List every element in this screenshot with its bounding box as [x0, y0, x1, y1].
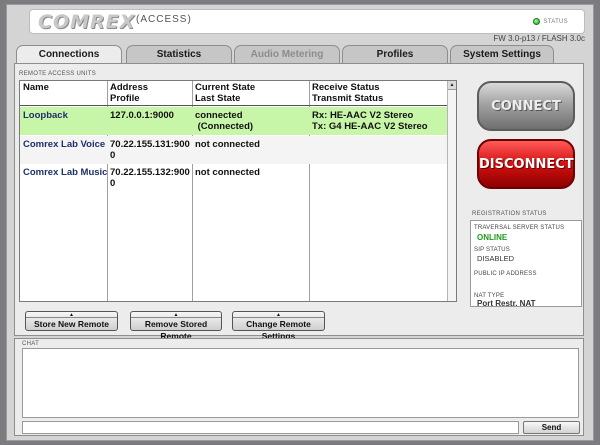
connections-panel: REMOTE ACCESS UNITS Name Address Profile… [14, 63, 584, 341]
chat-log [22, 348, 579, 418]
row-status: Rx: HE-AAC V2 Stereo Tx: G4 HE-AAC V2 St… [309, 110, 428, 132]
header-text: Profile [110, 93, 140, 104]
address-text: 0 [110, 150, 116, 161]
traversal-label: TRAVERSAL SERVER STATUS [474, 225, 565, 231]
traversal-value: ONLINE [477, 233, 508, 242]
status-led-icon [533, 18, 541, 25]
tab-connections[interactable]: Connections [16, 45, 122, 64]
row-address: 127.0.0.1:9000 [110, 110, 174, 121]
remote-units-label: REMOTE ACCESS UNITS [19, 71, 97, 77]
row-state: not connected [195, 167, 260, 178]
table-row[interactable]: Comrex Lab Music 70.22.155.132:900 0 not… [20, 164, 448, 192]
address-text: 0 [110, 178, 116, 189]
access-logo-text: (ACCESS) [136, 14, 192, 25]
sip-status-value: DISABLED [477, 254, 515, 263]
current-state: connected [195, 110, 243, 121]
tab-audio-metering: Audio Metering [234, 45, 340, 63]
table-header: Name Address Profile Current State Last … [20, 81, 448, 106]
column-header-name[interactable]: Name [20, 82, 107, 105]
remote-units-table: Name Address Profile Current State Last … [19, 80, 457, 302]
column-header-status[interactable]: Receive Status Transmit Status [309, 82, 448, 105]
public-ip-label: PUBLIC IP ADDRESS [474, 271, 537, 277]
header-text: Name [23, 82, 49, 93]
store-new-remote-button[interactable]: ▲ Store New Remote [25, 311, 118, 331]
connect-button[interactable]: CONNECT [477, 81, 575, 131]
send-button[interactable]: Send [523, 421, 580, 434]
comrex-logo: COMREX [38, 11, 136, 33]
sip-status-label: SIP STATUS [474, 247, 511, 253]
status-indicator: STATUS [533, 18, 568, 25]
registration-status-box: TRAVERSAL SERVER STATUS ONLINE SIP STATU… [470, 220, 582, 308]
header-text: Transmit Status [312, 93, 384, 104]
row-state: connected (Connected) [192, 110, 253, 132]
chat-input[interactable] [22, 421, 519, 434]
table-scrollbar[interactable]: ▲ [447, 81, 456, 301]
address-text: 70.22.155.132:900 [110, 167, 190, 178]
button-label: Store New Remote [33, 319, 110, 329]
receive-status: Rx: HE-AAC V2 Stereo [312, 110, 414, 121]
table-row[interactable]: Comrex Lab Voice 70.22.155.131:900 0 not… [20, 136, 448, 164]
chat-panel: CHAT Send [14, 338, 584, 436]
header-text: Receive Status [312, 82, 380, 93]
scroll-up-arrow-icon[interactable]: ▲ [448, 81, 456, 90]
remove-stored-remote-button[interactable]: ▲ Remove Stored Remote [130, 311, 222, 341]
nat-type-value: Port Restr. NAT [477, 299, 536, 308]
chat-label: CHAT [22, 341, 40, 347]
header-text: Last State [195, 93, 241, 104]
disconnect-button[interactable]: DISCONNECT [477, 139, 575, 189]
header-bar: COMREX (ACCESS) STATUS [29, 9, 585, 34]
table-row[interactable]: Loopback 127.0.0.1:9000 connected (Conne… [20, 107, 448, 135]
transmit-status: Tx: G4 HE-AAC V2 Stereo [312, 121, 428, 132]
status-label: STATUS [543, 18, 568, 25]
row-state: not connected [195, 139, 260, 150]
header-text: Address [110, 82, 149, 93]
address-text: 70.22.155.131:900 [110, 139, 190, 150]
header-text: Current State [195, 82, 256, 93]
comrex-access-window: COMREX (ACCESS) STATUS FW 3.0-p13 / FLAS… [6, 4, 594, 441]
registration-status-label: REGISTRATION STATUS [472, 211, 547, 217]
row-address: 70.22.155.132:900 0 [107, 167, 190, 189]
change-remote-settings-button[interactable]: ▲ Change Remote Settings [232, 311, 325, 341]
last-state: (Connected) [195, 121, 254, 132]
tab-bar: Connections Statistics Audio Metering Pr… [14, 45, 584, 64]
firmware-version: FW 3.0-p13 / FLASH 3.0c [493, 34, 585, 43]
row-address: 70.22.155.131:900 0 [107, 139, 190, 161]
tab-statistics[interactable]: Statistics [126, 45, 232, 63]
row-name: Loopback [23, 110, 68, 121]
column-header-state[interactable]: Current State Last State [192, 82, 309, 105]
row-name: Comrex Lab Voice [23, 139, 106, 150]
row-name: Comrex Lab Music [23, 167, 108, 178]
tab-system-settings[interactable]: System Settings [450, 45, 554, 63]
tab-profiles[interactable]: Profiles [342, 45, 448, 63]
column-header-address[interactable]: Address Profile [107, 82, 192, 105]
